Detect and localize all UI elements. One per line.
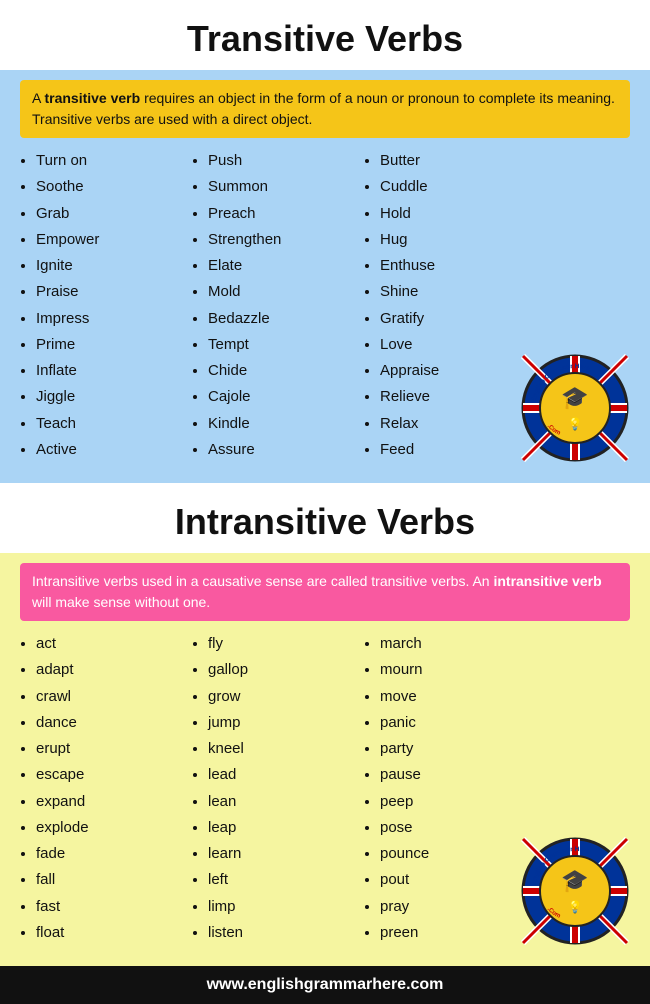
list-item: leap [208,815,348,841]
list-item: Impress [36,306,176,332]
list-item: Grab [36,201,176,227]
list-item: erupt [36,736,176,762]
list-item: panic [380,710,520,736]
list-item: fly [208,631,348,657]
list-item: Tempt [208,332,348,358]
list-item: Relieve [380,384,520,410]
list-item: Butter [380,148,520,174]
list-item: fade [36,841,176,867]
list-item: Love [380,332,520,358]
list-item: Hold [380,201,520,227]
list-item: Bedazzle [208,306,348,332]
intransitive-verb-lists: act adapt crawl dance erupt escape expan… [10,631,640,946]
list-item: pout [380,867,520,893]
list-item: Prime [36,332,176,358]
intransitive-logo: 🎓 English Grammar Here .Com 💡 [520,836,630,946]
list-item: Cajole [208,384,348,410]
list-item: pray [380,894,520,920]
footer: www.englishgrammarhere.com [0,966,650,1004]
list-item: preen [380,920,520,946]
list-item: act [36,631,176,657]
list-item: float [36,920,176,946]
list-item: Elate [208,253,348,279]
list-item: pose [380,815,520,841]
list-item: Relax [380,411,520,437]
list-item: Teach [36,411,176,437]
list-item: pause [380,762,520,788]
list-item: Strengthen [208,227,348,253]
list-item: Ignite [36,253,176,279]
list-item: peep [380,789,520,815]
svg-text:💡: 💡 [568,417,583,431]
list-item: Shine [380,279,520,305]
list-item: Appraise [380,358,520,384]
list-item: listen [208,920,348,946]
list-item: escape [36,762,176,788]
transitive-col1: Turn on Soothe Grab Empower Ignite Prais… [10,148,182,463]
intransitive-section: Intransitive Verbs Intransitive verbs us… [0,483,650,966]
list-item: crawl [36,684,176,710]
list-item: jump [208,710,348,736]
list-item: Turn on [36,148,176,174]
svg-text:💡: 💡 [568,900,583,914]
list-item: Empower [36,227,176,253]
list-item: Kindle [208,411,348,437]
list-item: lean [208,789,348,815]
transitive-title: Transitive Verbs [0,0,650,70]
transitive-logo: 🎓 English Grammar Here .Com 💡 [520,353,630,463]
transitive-definition: A transitive verb requires an object in … [20,80,630,138]
transitive-section: Transitive Verbs A transitive verb requi… [0,0,650,483]
intransitive-title: Intransitive Verbs [0,483,650,553]
list-item: Chide [208,358,348,384]
footer-url: www.englishgrammarhere.com [207,976,444,993]
list-item: Mold [208,279,348,305]
list-item: Hug [380,227,520,253]
intransitive-col1: act adapt crawl dance erupt escape expan… [10,631,182,946]
svg-text:🎓: 🎓 [561,385,588,410]
list-item: grow [208,684,348,710]
list-item: explode [36,815,176,841]
list-item: adapt [36,657,176,683]
list-item: Gratify [380,306,520,332]
intransitive-definition: Intransitive verbs used in a causative s… [20,563,630,621]
list-item: Active [36,437,176,463]
list-item: Summon [208,174,348,200]
list-item: fall [36,867,176,893]
list-item: dance [36,710,176,736]
list-item: left [208,867,348,893]
list-item: pounce [380,841,520,867]
list-item: expand [36,789,176,815]
list-item: Assure [208,437,348,463]
list-item: mourn [380,657,520,683]
list-item: kneel [208,736,348,762]
list-item: Enthuse [380,253,520,279]
list-item: Jiggle [36,384,176,410]
transitive-verb-lists: Turn on Soothe Grab Empower Ignite Prais… [10,148,640,463]
list-item: Feed [380,437,520,463]
transitive-col2: Push Summon Preach Strengthen Elate Mold… [182,148,354,463]
list-item: lead [208,762,348,788]
list-item: Push [208,148,348,174]
list-item: Soothe [36,174,176,200]
intransitive-col2: fly gallop grow jump kneel lead lean lea… [182,631,354,946]
list-item: Praise [36,279,176,305]
list-item: march [380,631,520,657]
list-item: learn [208,841,348,867]
list-item: Cuddle [380,174,520,200]
list-item: party [380,736,520,762]
list-item: Inflate [36,358,176,384]
svg-text:🎓: 🎓 [561,868,588,893]
list-item: gallop [208,657,348,683]
list-item: Preach [208,201,348,227]
list-item: move [380,684,520,710]
list-item: limp [208,894,348,920]
list-item: fast [36,894,176,920]
